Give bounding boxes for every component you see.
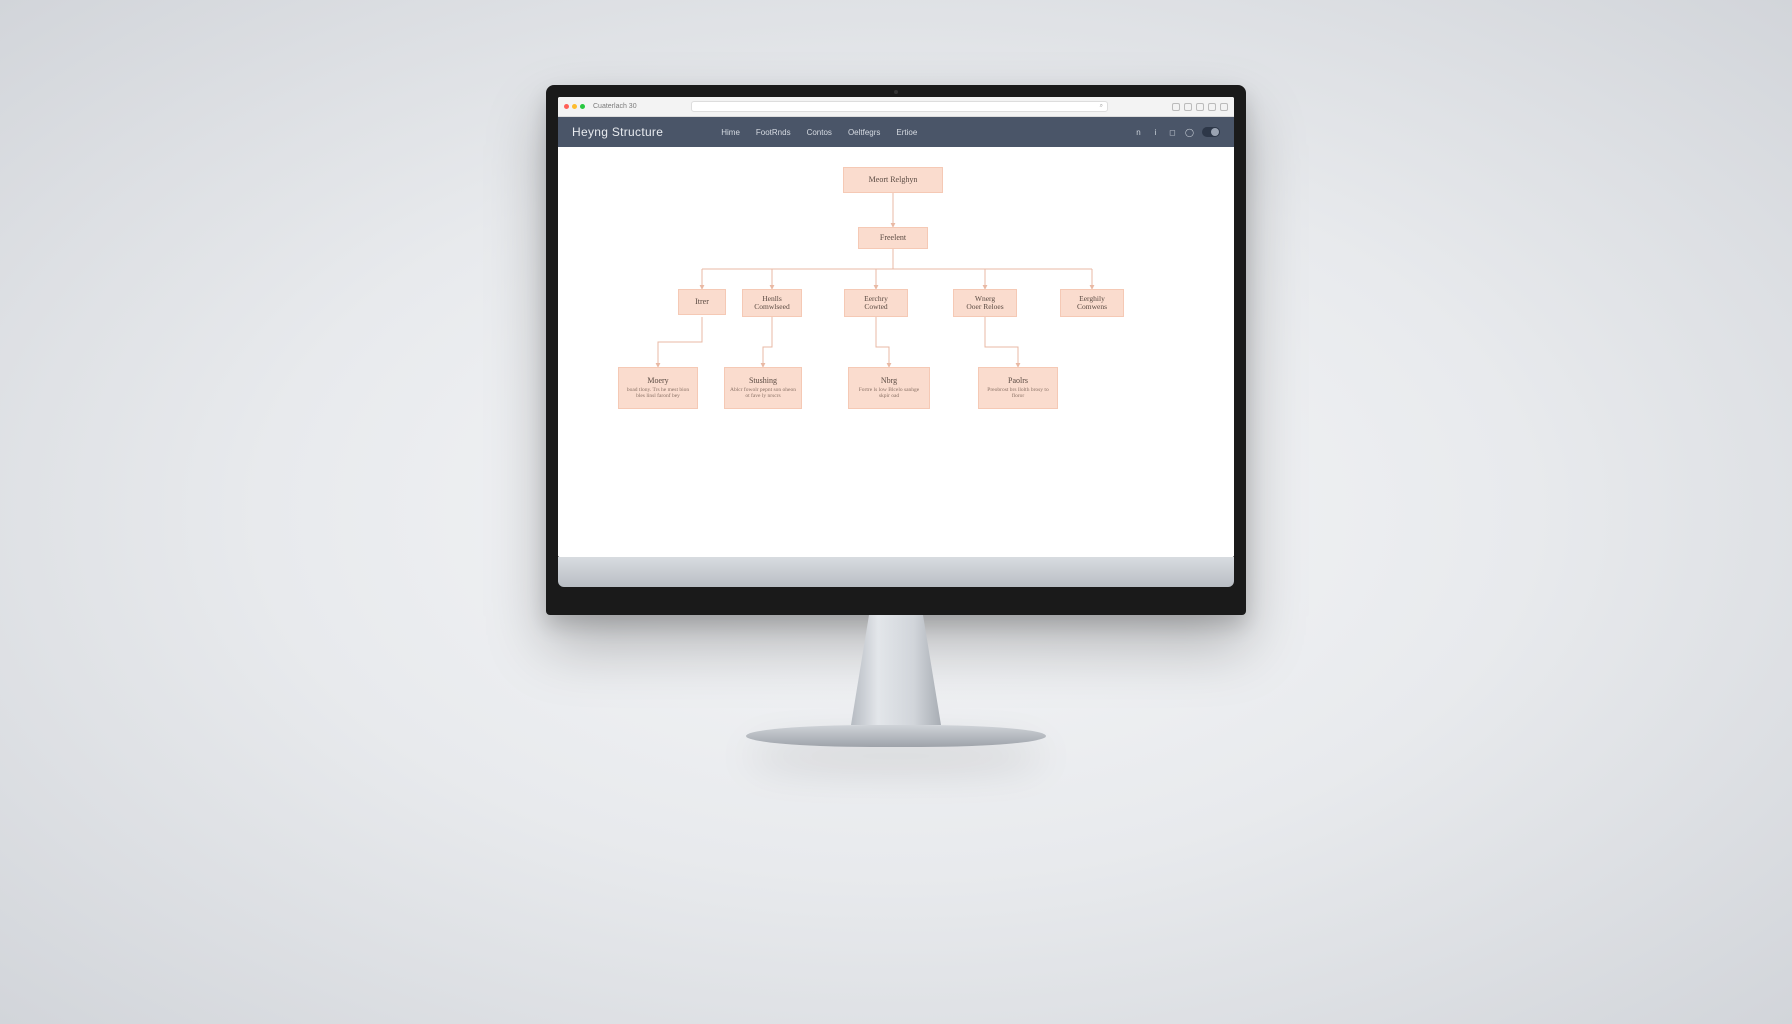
node-subtext: boad tlony. Trs he mest bion bles linsl … <box>623 387 693 399</box>
theme-toggle[interactable] <box>1202 127 1220 137</box>
browser-extension-icons <box>1172 103 1228 111</box>
info-icon[interactable]: i <box>1151 128 1160 137</box>
nav-action-icons: n i ◻ ◯ <box>1134 127 1220 137</box>
monitor-mockup: Cuaterlach 30 ⌕ Heyng Structure Hime Foo <box>546 85 1246 747</box>
monitor-bezel: Cuaterlach 30 ⌕ Heyng Structure Hime Foo <box>546 85 1246 615</box>
brand-title[interactable]: Heyng Structure <box>572 125 663 139</box>
nav-links: Hime FootRnds Contos Oeltfegrs Ertioe <box>721 128 917 137</box>
node-title: Meort Relghyn <box>869 176 918 185</box>
minimize-icon[interactable] <box>572 104 577 109</box>
extension-icon[interactable] <box>1208 103 1216 111</box>
nav-link[interactable]: Ertioe <box>896 128 917 137</box>
node-level3[interactable]: Itrer <box>678 289 726 315</box>
node-title-line2: Comwens <box>1077 303 1107 311</box>
screen: Cuaterlach 30 ⌕ Heyng Structure Hime Foo <box>558 97 1234 557</box>
connector-lines <box>558 147 1234 557</box>
nav-link[interactable]: Hime <box>721 128 740 137</box>
monitor-stand-base <box>746 725 1046 747</box>
extension-icon[interactable] <box>1196 103 1204 111</box>
node-level4[interactable]: Nbrg Fortre ls low Blcelo sanhge skpir o… <box>848 367 930 409</box>
maximize-icon[interactable] <box>580 104 585 109</box>
node-level4[interactable]: Moery boad tlony. Trs he mest bion bles … <box>618 367 698 409</box>
search-icon: ⌕ <box>1100 103 1103 110</box>
node-level4[interactable]: Stushing Ablcr fowolr pepnt son oheon ot… <box>724 367 802 409</box>
node-level2[interactable]: Freelent <box>858 227 928 249</box>
url-bar[interactable]: ⌕ <box>691 101 1108 112</box>
extension-icon[interactable] <box>1184 103 1192 111</box>
node-subtext: Ablcr fowolr pepnt son oheon ot fave ly … <box>729 387 797 399</box>
node-title: Freelent <box>880 234 906 243</box>
notification-icon[interactable]: n <box>1134 128 1143 137</box>
node-level3[interactable]: Wnerg Ooer Reloes <box>953 289 1017 317</box>
node-root[interactable]: Meort Relghyn <box>843 167 943 193</box>
node-subtext: Fortre ls low Blcelo sanhge skpir oad <box>853 387 925 399</box>
node-title: Paolrs <box>1008 377 1028 386</box>
extension-icon[interactable] <box>1172 103 1180 111</box>
browser-chrome: Cuaterlach 30 ⌕ <box>558 97 1234 117</box>
diagram-canvas[interactable]: Meort Relghyn Freelent Itrer Henlls Comw… <box>558 147 1234 557</box>
tab-title[interactable]: Cuaterlach 30 <box>593 103 637 110</box>
node-level4[interactable]: Paolrs Preobrost brs llolth brosy to flo… <box>978 367 1058 409</box>
node-title: Nbrg <box>881 377 897 386</box>
node-title-line2: Cowted <box>864 303 887 311</box>
node-level3[interactable]: Eerghily Comwens <box>1060 289 1124 317</box>
node-title: Moery <box>647 377 668 386</box>
nav-link[interactable]: Oeltfegrs <box>848 128 880 137</box>
node-title: Stushing <box>749 377 777 386</box>
nav-link[interactable]: FootRnds <box>756 128 791 137</box>
node-level3[interactable]: Eerchry Cowted <box>844 289 908 317</box>
close-icon[interactable] <box>564 104 569 109</box>
node-title: Itrer <box>695 298 709 307</box>
node-title-line2: Comwlseed <box>754 303 789 311</box>
monitor-stand-neck <box>851 615 941 725</box>
extension-icon[interactable] <box>1220 103 1228 111</box>
user-icon[interactable]: ◯ <box>1185 128 1194 137</box>
camera-dot <box>894 90 898 94</box>
nav-link[interactable]: Contos <box>807 128 832 137</box>
app-navbar: Heyng Structure Hime FootRnds Contos Oel… <box>558 117 1234 147</box>
node-level3[interactable]: Henlls Comwlseed <box>742 289 802 317</box>
node-subtext: Preobrost brs llolth brosy to floror <box>983 387 1053 399</box>
window-controls[interactable] <box>564 104 585 109</box>
node-title-line2: Ooer Reloes <box>966 303 1003 311</box>
settings-icon[interactable]: ◻ <box>1168 128 1177 137</box>
monitor-chin <box>558 557 1234 587</box>
